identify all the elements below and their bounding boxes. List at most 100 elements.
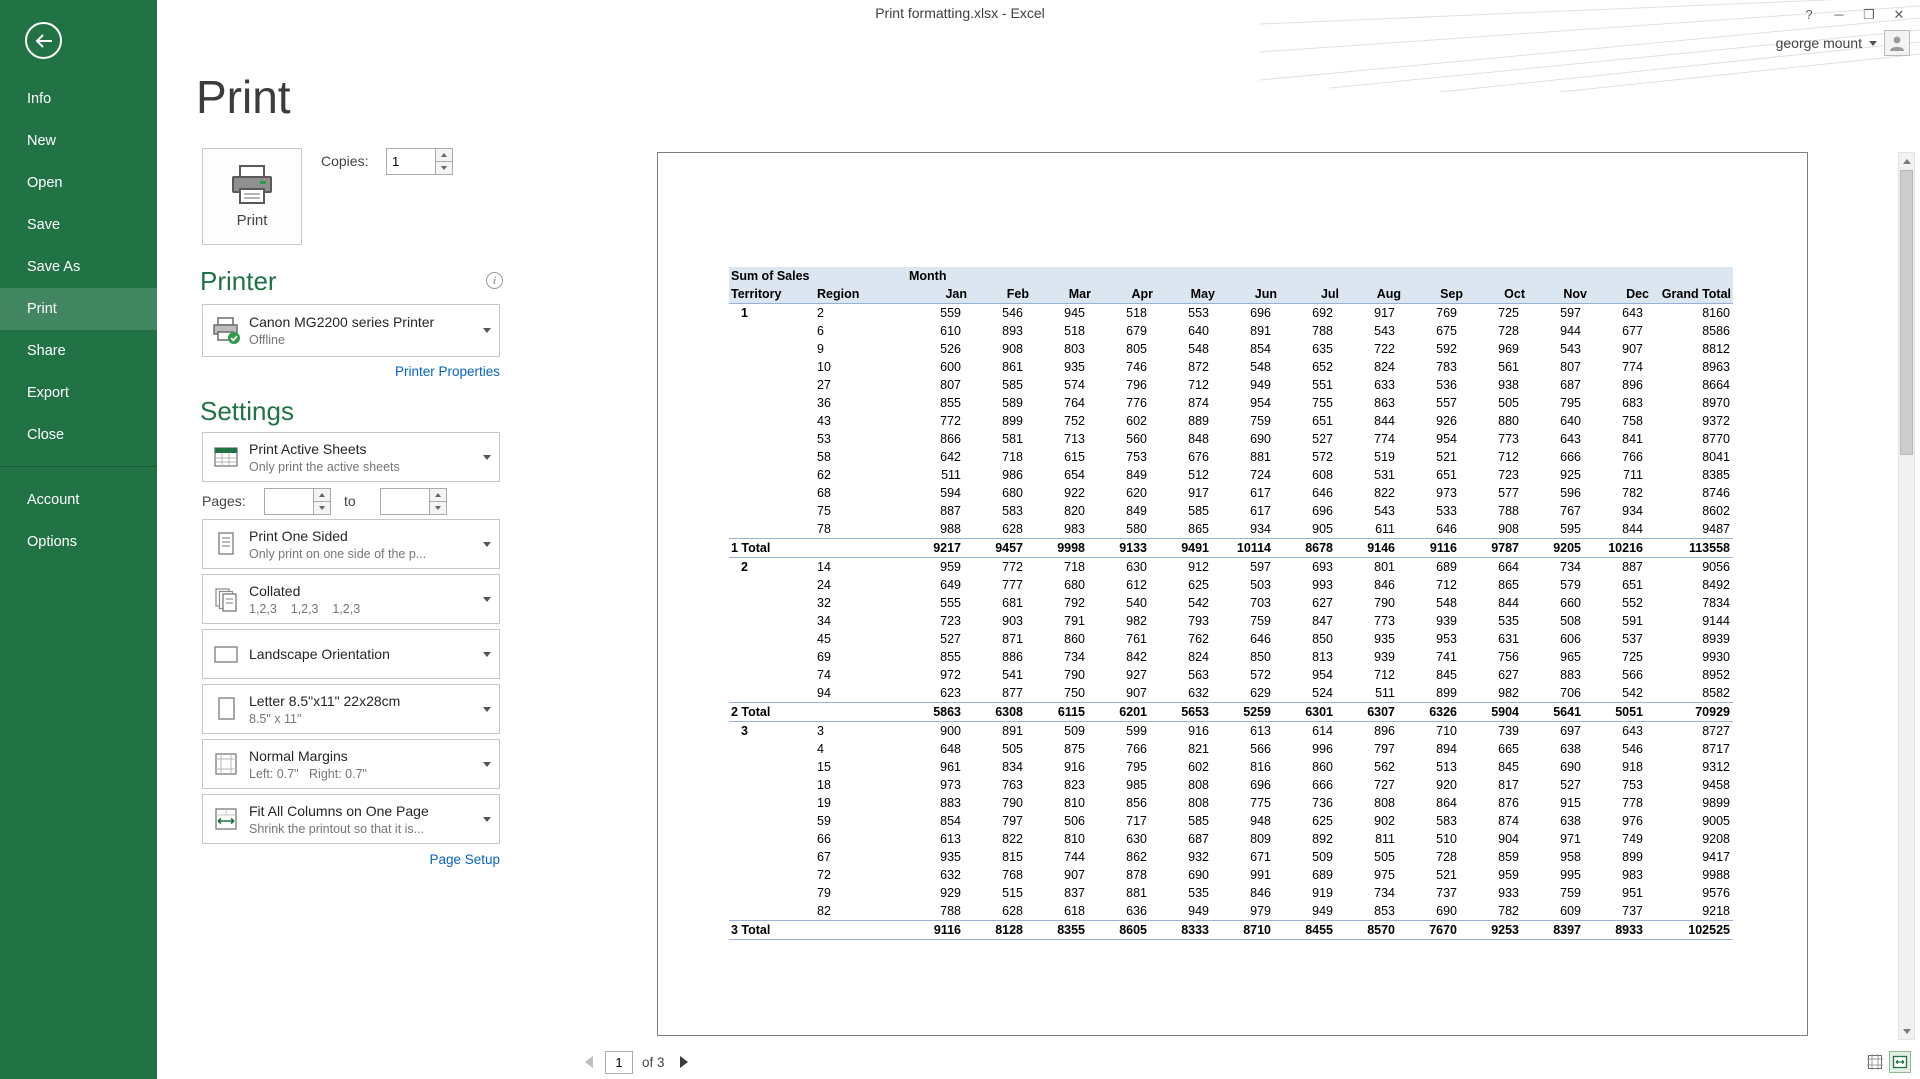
- table-cell: 926: [1403, 412, 1465, 430]
- sidebar-item-open[interactable]: Open: [0, 162, 157, 204]
- table-cell: 8770: [1651, 430, 1733, 448]
- table-cell: 953: [1403, 630, 1465, 648]
- orientation-text: Landscape Orientation: [249, 646, 475, 662]
- collation-text: Collated 1,2,3 1,2,3 1,2,3: [249, 583, 475, 616]
- spin-down-button[interactable]: [436, 161, 452, 174]
- help-button[interactable]: ?: [1794, 2, 1824, 27]
- paper-size-text: Letter 8.5"x11" 22x28cm 8.5" x 11": [249, 693, 475, 726]
- table-cell: 630: [1093, 830, 1155, 848]
- pages-from-input[interactable]: [265, 489, 313, 514]
- page-setup-link[interactable]: Page Setup: [202, 852, 500, 867]
- table-cell: 505: [969, 740, 1031, 758]
- pages-to-label: to: [344, 488, 356, 515]
- table-cell: 643: [1589, 304, 1651, 323]
- spin-up-button[interactable]: [430, 489, 446, 501]
- table-cell: 8939: [1651, 630, 1733, 648]
- close-button[interactable]: ✕: [1884, 2, 1914, 27]
- table-cell: 883: [907, 794, 969, 812]
- table-cell: 846: [1341, 576, 1403, 594]
- table-cell: 856: [1093, 794, 1155, 812]
- table-cell: 585: [969, 376, 1031, 394]
- scaling-select[interactable]: Fit All Columns on One Page Shrink the p…: [202, 794, 500, 844]
- table-cell: 9218: [1651, 902, 1733, 921]
- previous-page-button[interactable]: [585, 1056, 593, 1068]
- scroll-up-button[interactable]: [1899, 153, 1914, 169]
- table-cell: 697: [1527, 722, 1589, 741]
- printer-properties-link[interactable]: Printer Properties: [202, 364, 500, 379]
- table-cell: 982: [1465, 684, 1527, 703]
- sidebar-item-info[interactable]: Info: [0, 78, 157, 120]
- table-cell: Grand Total: [1651, 285, 1733, 304]
- table-cell: 893: [969, 322, 1031, 340]
- spin-down-button[interactable]: [314, 501, 330, 514]
- table-cell: 925: [1527, 466, 1589, 484]
- dropdown-title: Normal Margins: [249, 748, 475, 764]
- sidebar-item-close[interactable]: Close: [0, 414, 157, 456]
- table-cell: [729, 358, 815, 376]
- print-what-select[interactable]: Print Active Sheets Only print the activ…: [202, 432, 500, 482]
- current-page-input[interactable]: [605, 1051, 633, 1074]
- next-page-button[interactable]: [680, 1056, 688, 1068]
- table-cell: 854: [1217, 340, 1279, 358]
- table-cell: 648: [907, 740, 969, 758]
- user-name[interactable]: george mount: [1776, 35, 1862, 51]
- table-cell: 841: [1589, 430, 1651, 448]
- table-cell: 646: [1403, 520, 1465, 539]
- table-cell: 775: [1217, 794, 1279, 812]
- account-menu[interactable]: george mount: [1776, 30, 1910, 56]
- zoom-to-page-button[interactable]: [1889, 1051, 1911, 1073]
- orientation-select[interactable]: Landscape Orientation: [202, 629, 500, 679]
- collation-select[interactable]: Collated 1,2,3 1,2,3 1,2,3: [202, 574, 500, 624]
- paper-size-select[interactable]: Letter 8.5"x11" 22x28cm 8.5" x 11": [202, 684, 500, 734]
- table-cell: 629: [1217, 684, 1279, 703]
- chevron-down-icon: [1869, 41, 1877, 46]
- table-cell: 846: [1217, 884, 1279, 902]
- table-cell: 665: [1465, 740, 1527, 758]
- sidebar-item-new[interactable]: New: [0, 120, 157, 162]
- sidebar-item-save-as[interactable]: Save As: [0, 246, 157, 288]
- table-cell: 744: [1031, 848, 1093, 866]
- table-cell: 94: [815, 684, 907, 703]
- table-cell: 766: [1589, 448, 1651, 466]
- table-cell: 728: [1465, 322, 1527, 340]
- table-cell: 597: [1527, 304, 1589, 323]
- printer-select[interactable]: Canon MG2200 series Printer Offline: [202, 304, 500, 357]
- restore-button[interactable]: ❐: [1854, 2, 1884, 27]
- table-cell: 712: [1341, 666, 1403, 684]
- minimize-button[interactable]: ─: [1824, 2, 1854, 27]
- table-cell: 768: [969, 866, 1031, 884]
- spin-up-button[interactable]: [436, 149, 452, 161]
- table-cell: [729, 376, 815, 394]
- spin-up-button[interactable]: [314, 489, 330, 501]
- duplex-select[interactable]: Print One Sided Only print on one side o…: [202, 519, 500, 569]
- sidebar-item-account[interactable]: Account: [0, 479, 157, 521]
- spin-down-button[interactable]: [430, 501, 446, 514]
- scrollbar-thumb[interactable]: [1900, 170, 1913, 455]
- sidebar-item-save[interactable]: Save: [0, 204, 157, 246]
- table-cell: 969: [1465, 340, 1527, 358]
- table-cell: 866: [907, 430, 969, 448]
- print-button[interactable]: Print: [202, 148, 302, 245]
- copies-input[interactable]: [387, 149, 435, 174]
- info-icon[interactable]: i: [486, 272, 503, 289]
- table-cell: 877: [969, 684, 1031, 703]
- table-cell: 776: [1093, 394, 1155, 412]
- sidebar-item-export[interactable]: Export: [0, 372, 157, 414]
- back-button[interactable]: [25, 22, 62, 59]
- margins-select[interactable]: Normal Margins Left: 0.7" Right: 0.7": [202, 739, 500, 789]
- sidebar-item-share[interactable]: Share: [0, 330, 157, 372]
- show-margins-button[interactable]: [1864, 1051, 1886, 1073]
- vertical-scrollbar[interactable]: [1898, 152, 1915, 1040]
- table-cell: 9417: [1651, 848, 1733, 866]
- scroll-down-button[interactable]: [1899, 1023, 1914, 1039]
- avatar[interactable]: [1884, 30, 1910, 56]
- table-cell: 43: [815, 412, 907, 430]
- sidebar-item-options[interactable]: Options: [0, 521, 157, 563]
- table-cell: 535: [1465, 612, 1527, 630]
- table-cell: 72: [815, 866, 907, 884]
- table-cell: 795: [1093, 758, 1155, 776]
- sidebar-item-print[interactable]: Print: [0, 288, 157, 330]
- pages-to-input[interactable]: [381, 489, 429, 514]
- table-cell: [729, 612, 815, 630]
- table-cell: 935: [1031, 358, 1093, 376]
